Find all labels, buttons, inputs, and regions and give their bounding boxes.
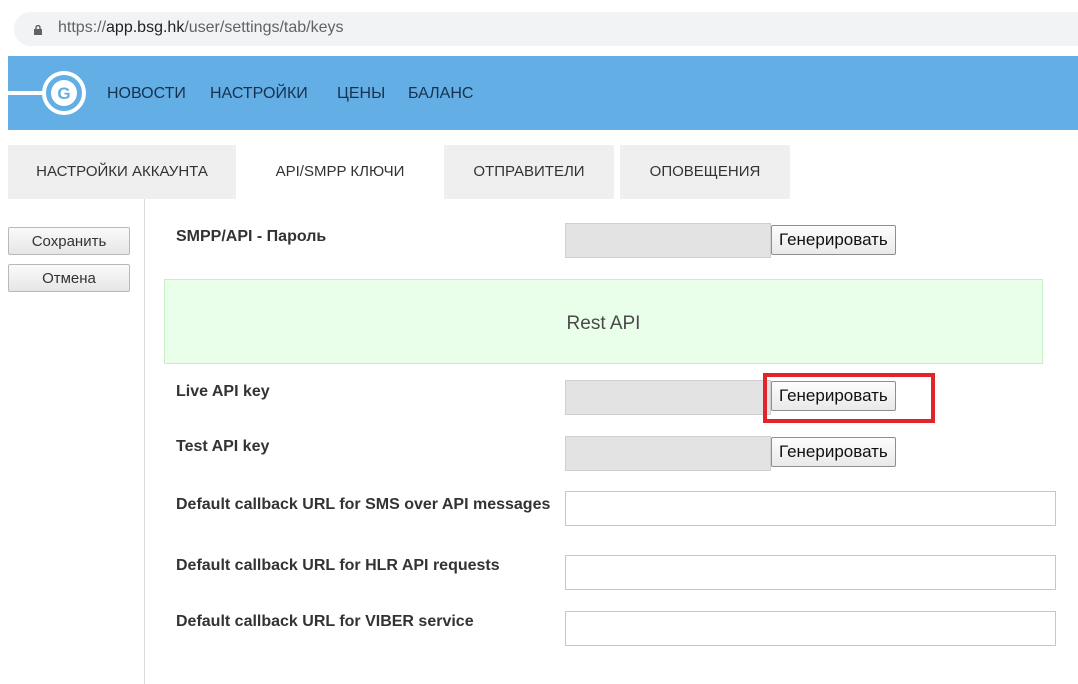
rest-api-section-header: Rest API [164,279,1043,364]
tab-senders[interactable]: ОТПРАВИТЕЛИ [444,145,614,199]
save-button[interactable]: Сохранить [8,227,130,255]
nav-settings[interactable]: НАСТРОЙКИ [210,85,308,103]
top-nav: G НОВОСТИ НАСТРОЙКИ ЦЕНЫ БАЛАНС [8,56,1078,130]
sms-callback-label: Default callback URL for SMS over API me… [176,496,551,513]
tab-account-settings[interactable]: НАСТРОЙКИ АККАУНТА [8,145,236,199]
generate-test-key-button[interactable]: Генерировать [771,437,896,467]
live-api-key-label: Live API key [176,383,270,400]
test-api-key-label: Test API key [176,438,270,455]
generate-smpp-button[interactable]: Генерировать [771,225,896,255]
logo-icon[interactable]: G [8,56,98,130]
hlr-callback-label: Default callback URL for HLR API request… [176,557,500,574]
live-api-key-field[interactable] [565,380,771,415]
browser-address-bar: https://app.bsg.hk/user/settings/tab/key… [0,0,1078,56]
url-path: /user/settings/tab/keys [184,19,344,36]
hlr-callback-url-input[interactable] [565,555,1056,590]
url-host: app.bsg.hk [106,19,185,36]
viber-callback-label: Default callback URL for VIBER service [176,613,474,630]
smpp-password-field[interactable] [565,223,771,258]
viber-callback-url-input[interactable] [565,611,1056,646]
tab-api-smpp-keys[interactable]: API/SMPP КЛЮЧИ [236,145,444,199]
highlight-box [763,373,935,423]
test-api-key-field[interactable] [565,436,771,471]
tab-notifications[interactable]: ОПОВЕЩЕНИЯ [620,145,790,199]
url-scheme: https:// [58,19,107,36]
rest-api-title: Rest API [566,313,641,334]
cancel-button[interactable]: Отмена [8,264,130,292]
sidebar-divider [144,199,145,684]
nav-prices[interactable]: ЦЕНЫ [337,85,385,103]
smpp-password-label: SMPP/API - Пароль [176,228,327,245]
nav-balance[interactable]: БАЛАНС [408,85,473,103]
url-text[interactable]: https://app.bsg.hk/user/settings/tab/key… [58,19,344,37]
lock-icon [34,25,42,35]
logo-letter: G [57,84,70,103]
sms-callback-url-input[interactable] [565,491,1056,526]
nav-news[interactable]: НОВОСТИ [107,85,186,103]
